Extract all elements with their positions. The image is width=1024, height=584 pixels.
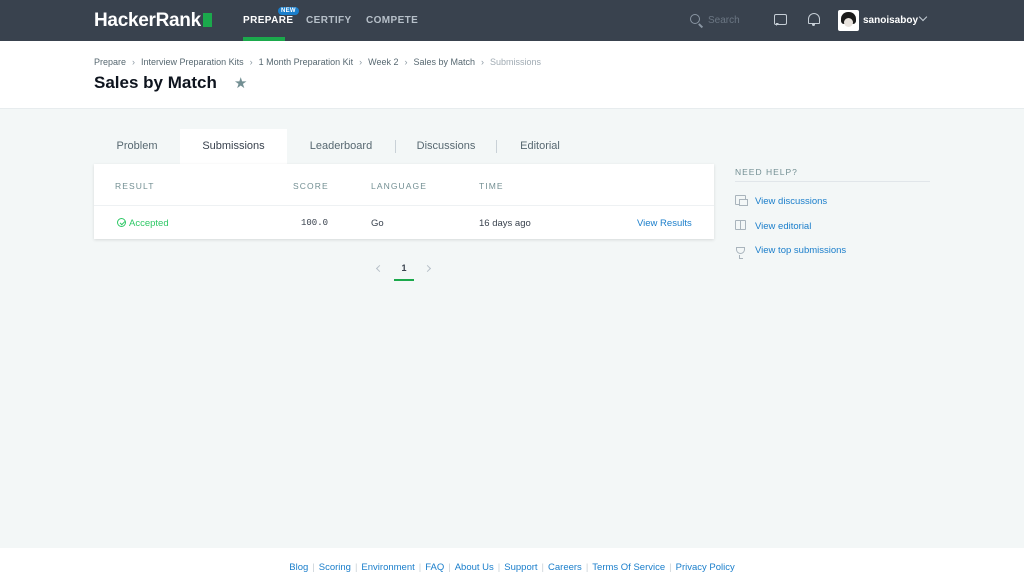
notifications-bell-icon[interactable] (808, 13, 820, 26)
footer-link-support[interactable]: Support (504, 562, 537, 573)
breadcrumb-week-2[interactable]: Week 2 (368, 57, 398, 67)
tab-editorial[interactable]: Editorial (497, 129, 583, 164)
chevron-right-icon: › (132, 57, 136, 67)
breadcrumb-1-month-kit[interactable]: 1 Month Preparation Kit (259, 57, 354, 67)
row-divider (94, 205, 714, 206)
pagination-page-1[interactable]: 1 (394, 263, 414, 281)
check-circle-icon (117, 218, 126, 227)
view-editorial-link[interactable]: View editorial (735, 220, 811, 232)
header-result: RESULT (115, 181, 155, 191)
submission-score: 100.0 (301, 218, 329, 228)
view-top-submissions-link[interactable]: View top submissions (735, 245, 846, 259)
footer-link-about-us[interactable]: About Us (455, 562, 494, 573)
chevron-right-icon: › (404, 57, 408, 67)
footer-link-blog[interactable]: Blog (289, 562, 308, 573)
username[interactable]: sanoisaboy (863, 15, 918, 26)
discussion-icon (735, 195, 748, 206)
logo-mark-icon (202, 13, 212, 27)
problem-tabs: Problem Submissions Leaderboard Discussi… (94, 129, 574, 164)
footer-link-terms[interactable]: Terms Of Service (592, 562, 665, 573)
view-discussions-link[interactable]: View discussions (735, 195, 827, 207)
breadcrumb-submissions: Submissions (490, 57, 542, 67)
footer-link-faq[interactable]: FAQ (425, 562, 444, 573)
help-divider (735, 181, 930, 182)
pagination-next-icon[interactable] (423, 264, 432, 273)
hackerrank-logo[interactable]: HackerRank (94, 10, 212, 32)
page-header: Prepare › Interview Preparation Kits › 1 Mon… (0, 41, 1024, 109)
chevron-right-icon: › (359, 57, 363, 67)
chevron-right-icon: › (481, 57, 485, 67)
search-box[interactable]: Search (688, 12, 768, 30)
top-navbar: HackerRank PREPARE NEW CERTIFY COMPETE S… (0, 0, 1024, 41)
footer-links: Blog | Scoring | Environment | FAQ | About Us | Su… (289, 562, 735, 573)
pagination-prev-icon[interactable] (375, 264, 384, 273)
trophy-icon (736, 247, 745, 259)
breadcrumb: Prepare › Interview Preparation Kits › 1 Mon… (94, 57, 541, 67)
avatar[interactable] (838, 10, 859, 31)
submissions-table: RESULT SCORE LANGUAGE TIME Accepted 100.… (94, 164, 714, 239)
nav-compete[interactable]: COMPETE (366, 15, 418, 26)
submission-language: Go (371, 218, 384, 229)
breadcrumb-interview-kits[interactable]: Interview Preparation Kits (141, 57, 244, 67)
need-help-title: NEED HELP? (735, 167, 798, 177)
tab-problem[interactable]: Problem (94, 129, 180, 164)
messages-icon[interactable] (774, 14, 787, 26)
star-icon[interactable]: ★ (234, 74, 247, 92)
footer: Blog | Scoring | Environment | FAQ | About Us | Su… (0, 548, 1024, 584)
breadcrumb-sales-by-match[interactable]: Sales by Match (414, 57, 476, 67)
submission-time: 16 days ago (479, 218, 531, 229)
footer-link-careers[interactable]: Careers (548, 562, 582, 573)
breadcrumb-prepare[interactable]: Prepare (94, 57, 126, 67)
header-score: SCORE (293, 181, 329, 191)
status-accepted: Accepted (117, 218, 169, 229)
footer-link-environment[interactable]: Environment (361, 562, 414, 573)
tab-leaderboard[interactable]: Leaderboard (287, 129, 395, 164)
nav-certify[interactable]: CERTIFY (306, 15, 352, 26)
footer-link-scoring[interactable]: Scoring (319, 562, 351, 573)
search-input[interactable]: Search (708, 15, 740, 26)
book-icon (735, 220, 746, 230)
view-results-link[interactable]: View Results (637, 218, 692, 229)
page-title: Sales by Match (94, 73, 217, 92)
header-language: LANGUAGE (371, 181, 428, 191)
chevron-down-icon[interactable] (918, 12, 928, 22)
nav-prepare[interactable]: PREPARE (243, 15, 293, 26)
tab-discussions[interactable]: Discussions (396, 129, 496, 164)
tab-submissions[interactable]: Submissions (180, 129, 287, 164)
chevron-right-icon: › (249, 57, 253, 67)
header-time: TIME (479, 181, 504, 191)
new-badge: NEW (278, 7, 299, 15)
search-icon (690, 14, 700, 24)
footer-link-privacy[interactable]: Privacy Policy (676, 562, 735, 573)
